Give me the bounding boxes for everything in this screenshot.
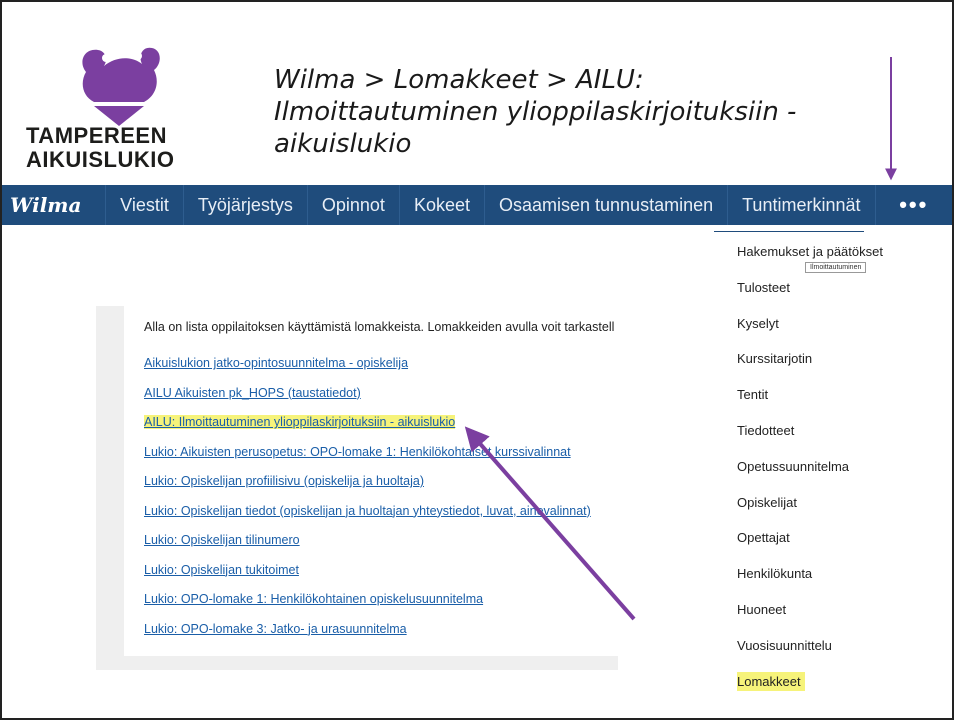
menu-item-label: Opettajat — [737, 530, 790, 546]
form-link[interactable]: Aikuislukion jatko-opintosuunnitelma - o… — [144, 356, 591, 386]
menu-item-henkilokunta[interactable]: Henkilökunta — [737, 566, 883, 602]
menu-item-lomakkeet[interactable]: Lomakkeet — [737, 671, 883, 710]
menu-item-label: Opiskelijat — [737, 494, 797, 510]
menu-item-label: Huoneet — [737, 601, 787, 617]
menu-item-tentit[interactable]: Tentit — [737, 387, 883, 423]
menu-item-opiskelijat[interactable]: Opiskelijat — [737, 495, 883, 531]
forms-intro-text: Alla on lista oppilaitoksen käyttämistä … — [144, 320, 615, 334]
forms-panel-inner: Alla on lista oppilaitoksen käyttämistä … — [124, 306, 618, 656]
forms-list: Aikuislukion jatko-opintosuunnitelma - o… — [144, 356, 591, 651]
menu-item-label: Vuosisuunnittelu — [737, 637, 832, 653]
more-menu-button[interactable]: ••• — [874, 185, 953, 225]
form-link[interactable]: Lukio: Opiskelijan profiilisivu (opiskel… — [144, 474, 591, 504]
form-link-label: AILU: Ilmoittautuminen ylioppilaskirjoit… — [144, 415, 456, 429]
nav-item-osaamisen-tunnustaminen[interactable]: Osaamisen tunnustaminen — [483, 185, 727, 225]
form-link-highlighted[interactable]: AILU: Ilmoittautuminen ylioppilaskirjoit… — [144, 415, 591, 445]
forms-panel: Alla on lista oppilaitoksen käyttämistä … — [96, 306, 618, 670]
mascot-logo-icon — [82, 47, 160, 126]
menu-item-opettajat[interactable]: Opettajat — [737, 530, 883, 566]
form-link[interactable]: Lukio: OPO-lomake 1: Henkilökohtainen op… — [144, 592, 591, 622]
menu-item-label: Opetussuunnitelma — [737, 458, 850, 474]
menu-item-vuosisuunnittelu[interactable]: Vuosisuunnittelu — [737, 638, 883, 674]
menu-item-label-highlighted: Lomakkeet — [737, 671, 805, 691]
menu-item-label: Tiedotteet — [737, 422, 795, 438]
school-name-line1: TAMPEREEN — [26, 123, 167, 148]
wilma-logo[interactable]: Wilma — [2, 185, 105, 225]
menu-item-opetussuunnitelma[interactable]: Opetussuunnitelma — [737, 459, 883, 495]
menu-item-label: Hakemukset ja päätökset — [737, 244, 883, 259]
menu-item-label: Kyselyt — [737, 315, 779, 331]
menu-item-kyselyt[interactable]: Kyselyt — [737, 316, 883, 352]
nav-item-tuntimerkinnat[interactable]: Tuntimerkinnät — [727, 185, 874, 225]
tooltip: Ilmoittautuminen — [805, 262, 867, 273]
menu-item-label: Tulosteet — [737, 279, 790, 295]
school-logo: TAMPEREEN AIKUISLUKIO — [26, 30, 226, 180]
form-link[interactable]: Lukio: Aikuisten perusopetus: OPO-lomake… — [144, 445, 591, 475]
nav-item-opinnot[interactable]: Opinnot — [306, 185, 399, 225]
title-line1: Wilma > Lomakkeet > AILU: — [274, 65, 644, 95]
form-link[interactable]: Lukio: Opiskelijan tukitoimet — [144, 563, 591, 593]
menu-item-label: Kurssitarjotin — [737, 351, 813, 367]
slide-title: Wilma > Lomakkeet > AILU: Ilmoittautumin… — [274, 64, 834, 160]
form-link[interactable]: Lukio: OPO-lomake 3: Jatko- ja urasuunni… — [144, 622, 591, 652]
menu-item-kurssitarjotin[interactable]: Kurssitarjotin — [737, 351, 883, 387]
menu-item-tiedotteet[interactable]: Tiedotteet — [737, 423, 883, 459]
title-line3: aikuislukio — [274, 129, 412, 159]
more-dropdown-menu: Hakemukset ja päätökset Tulosteet Kysely… — [737, 244, 883, 709]
menu-item-label: Tentit — [737, 387, 769, 403]
nav-item-viestit[interactable]: Viestit — [105, 185, 183, 225]
menu-top-border — [714, 231, 864, 232]
wilma-navbar: Wilma Viestit Työjärjestys Opinnot Kokee… — [2, 185, 952, 225]
form-link[interactable]: Lukio: Opiskelijan tiedot (opiskelijan j… — [144, 504, 591, 534]
slide: TAMPEREEN AIKUISLUKIO Wilma > Lomakkeet … — [0, 0, 954, 720]
form-link[interactable]: Lukio: Opiskelijan tilinumero — [144, 533, 591, 563]
nav-item-kokeet[interactable]: Kokeet — [398, 185, 484, 225]
nav-item-tyojarjestys[interactable]: Työjärjestys — [182, 185, 307, 225]
menu-item-label: Henkilökunta — [737, 566, 813, 582]
menu-item-huoneet[interactable]: Huoneet — [737, 602, 883, 638]
school-name-line2: AIKUISLUKIO — [26, 147, 175, 172]
form-link[interactable]: AILU Aikuisten pk_HOPS (taustatiedot) — [144, 386, 591, 416]
school-name: TAMPEREEN AIKUISLUKIO — [26, 124, 175, 172]
menu-item-tulosteet[interactable]: Tulosteet — [737, 280, 883, 316]
title-line2: Ilmoittautuminen ylioppilaskirjoituksiin… — [274, 97, 797, 127]
